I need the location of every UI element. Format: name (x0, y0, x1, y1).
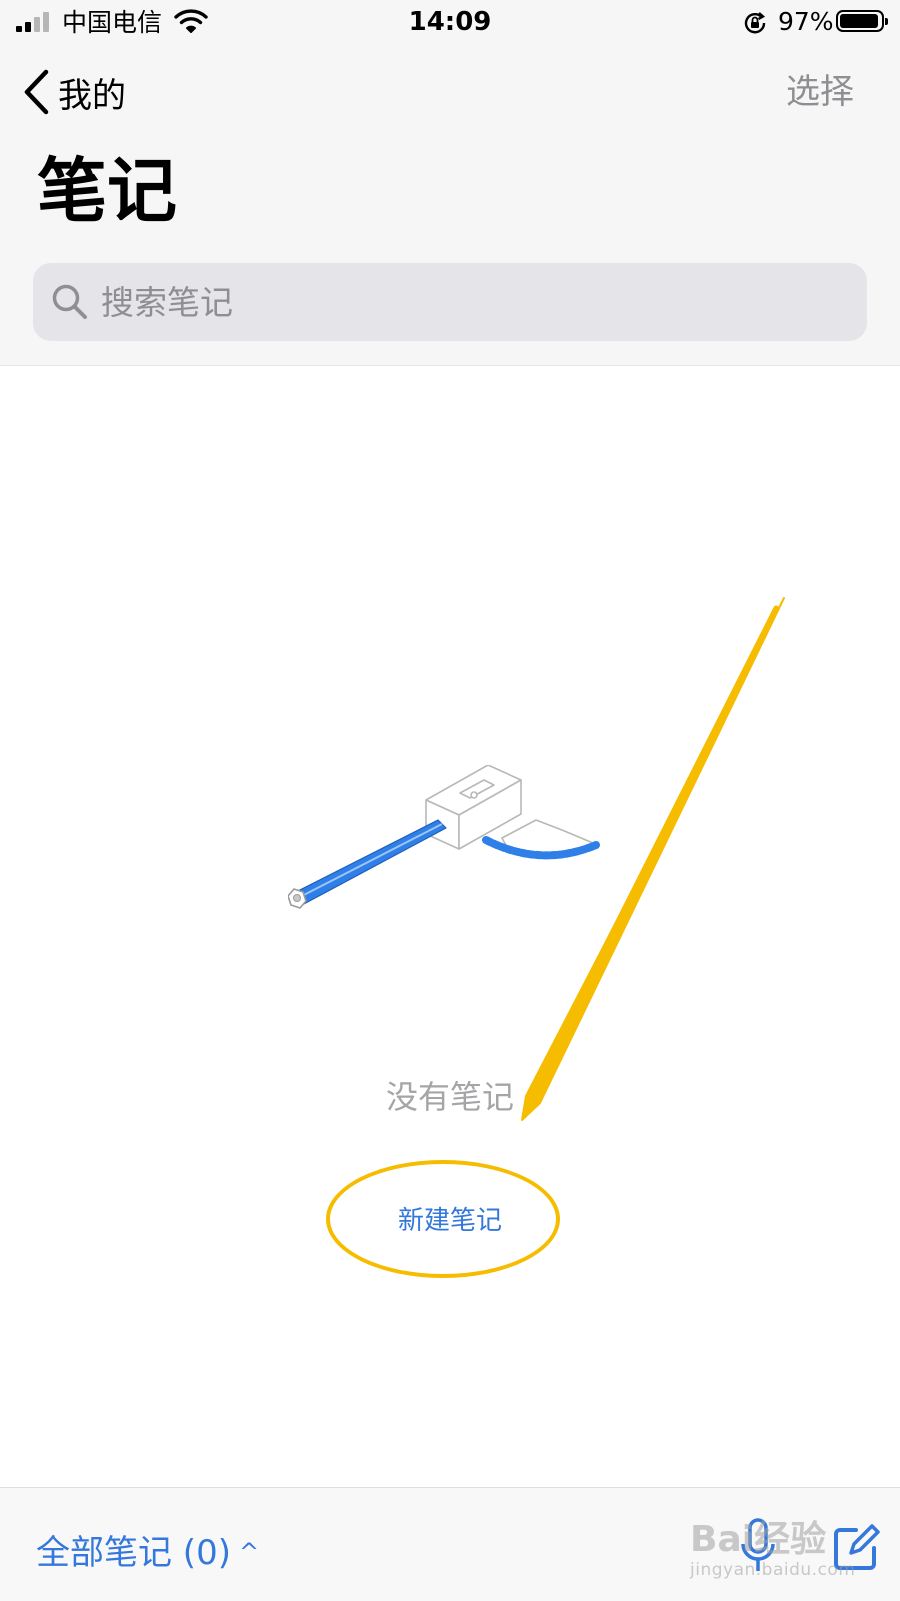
pencil-sharpener-illustration (288, 765, 600, 909)
search-input[interactable] (99, 281, 823, 323)
empty-state-message: 没有笔记 (385, 1078, 514, 1116)
back-button[interactable]: 我的 (22, 66, 126, 118)
search-bar[interactable] (33, 263, 867, 341)
status-bar: 中国电信 14:09 97% (0, 0, 900, 46)
battery-percent: 97% (778, 7, 834, 36)
folder-label-text: 全部笔记 (0) (36, 1533, 231, 1573)
compose-icon[interactable] (832, 1524, 880, 1572)
chevron-up-icon: ^ (238, 1538, 260, 1566)
orientation-lock-icon (744, 12, 766, 34)
microphone-icon[interactable] (738, 1518, 778, 1574)
all-notes-folder-button[interactable]: 全部笔记 (0) ^ (36, 1525, 259, 1574)
new-note-button[interactable]: 新建笔记 (0, 1200, 900, 1237)
back-chevron-icon (24, 69, 49, 115)
select-button[interactable]: 选择 (786, 66, 854, 118)
search-icon (52, 284, 87, 319)
page-title: 笔记 (37, 150, 177, 232)
back-button-label: 我的 (58, 75, 126, 116)
bottom-toolbar: 全部笔记 (0) ^ (0, 1487, 900, 1601)
battery-icon (836, 10, 888, 32)
